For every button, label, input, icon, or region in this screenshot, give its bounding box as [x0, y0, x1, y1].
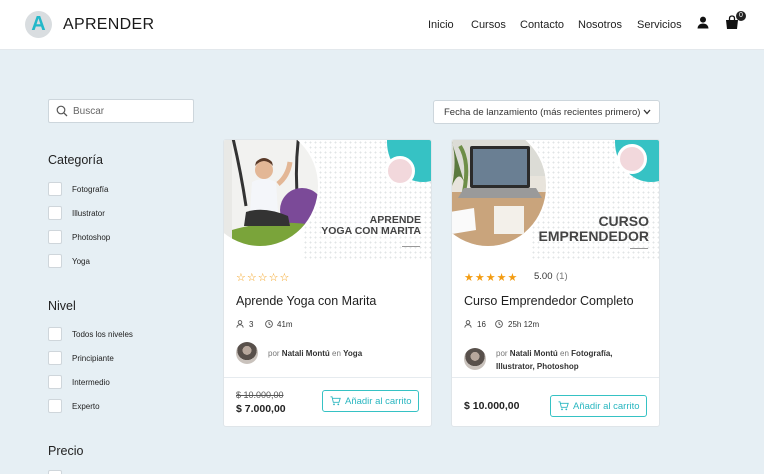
course-price: $ 10.000,00	[464, 400, 520, 412]
course-author: por Natali Montú en Yoga	[268, 349, 363, 358]
level-label: Todos los niveles	[72, 330, 133, 339]
course-title[interactable]: Aprende Yoga con Marita	[236, 294, 376, 308]
author-avatar[interactable]	[464, 348, 486, 370]
clock-icon	[265, 320, 273, 328]
rating-count: (1)	[556, 271, 568, 282]
checkbox-price[interactable]	[48, 470, 62, 474]
cart-count-badge: 0	[736, 11, 746, 21]
rating-stars-empty: ☆☆☆☆☆	[236, 272, 291, 284]
site-header: A APRENDER Inicio Cursos Contacto Nosotr…	[0, 0, 764, 50]
category-label: Yoga	[72, 257, 90, 266]
checkbox-yoga[interactable]	[48, 254, 62, 268]
thumbnail-title: APRENDE YOGA CON MARITA	[321, 214, 421, 238]
course-thumbnail[interactable]: APRENDE YOGA CON MARITA	[224, 140, 431, 260]
user-icon[interactable]	[697, 16, 709, 34]
category-link[interactable]: Yoga	[343, 349, 362, 358]
category-label: Illustrator	[72, 209, 105, 218]
checkbox-intermedio[interactable]	[48, 375, 62, 389]
category-link[interactable]: Fotografía,	[571, 349, 612, 358]
level-label: Intermedio	[72, 378, 110, 387]
category-label: Photoshop	[72, 233, 111, 242]
decorative-dot	[385, 156, 415, 186]
clock-icon	[495, 320, 503, 328]
nav-inicio[interactable]: Inicio	[428, 19, 454, 31]
cart-icon	[558, 401, 569, 411]
checkbox-illustrator[interactable]	[48, 206, 62, 220]
cart-icon	[330, 396, 341, 406]
course-thumbnail[interactable]: CURSO EMPRENDEDOR	[452, 140, 659, 260]
author-link[interactable]: Natali Montú	[282, 349, 330, 358]
add-to-cart-button[interactable]: Añadir al carrito	[322, 390, 419, 412]
checkbox-fotografia[interactable]	[48, 182, 62, 196]
sort-select[interactable]: Fecha de lanzamiento (más recientes prim…	[433, 100, 660, 124]
sort-selected-value: Fecha de lanzamiento (más recientes prim…	[444, 107, 641, 118]
course-card[interactable]: CURSO EMPRENDEDOR ★★★★★ 5.00 (1) Curso E…	[451, 139, 660, 427]
nav-contacto[interactable]: Contacto	[520, 19, 564, 31]
author-link[interactable]: Natali Montú	[510, 349, 558, 358]
search-icon	[56, 105, 68, 117]
category-title: Categoría	[48, 153, 103, 167]
course-card[interactable]: APRENDE YOGA CON MARITA ☆☆☆☆☆ Aprende Yo…	[223, 139, 432, 427]
level-title: Nivel	[48, 299, 76, 313]
level-label: Experto	[72, 402, 100, 411]
checkbox-principiante[interactable]	[48, 351, 62, 365]
checkbox-todos-los-niveles[interactable]	[48, 327, 62, 341]
category-label: Fotografía	[72, 185, 109, 194]
nav-cursos[interactable]: Cursos	[471, 19, 506, 31]
author-avatar[interactable]	[236, 342, 258, 364]
checkbox-experto[interactable]	[48, 399, 62, 413]
price-title: Precio	[48, 444, 84, 458]
checkbox-photoshop[interactable]	[48, 230, 62, 244]
brand-name[interactable]: APRENDER	[63, 16, 154, 34]
course-title[interactable]: Curso Emprendedor Completo	[464, 294, 634, 308]
rating-value: 5.00	[534, 271, 553, 282]
category-link[interactable]: Illustrator, Photoshop	[496, 362, 579, 371]
nav-nosotros[interactable]: Nosotros	[578, 19, 622, 31]
logo-letter: A	[31, 13, 46, 35]
rating-stars-filled: ★★★★★	[464, 272, 519, 284]
sale-price: $ 7.000,00	[236, 403, 286, 415]
logo[interactable]: A	[25, 11, 52, 38]
add-to-cart-button[interactable]: Añadir al carrito	[550, 395, 647, 417]
search-box[interactable]	[48, 99, 194, 123]
level-label: Principiante	[72, 354, 114, 363]
original-price: $ 10.000,00	[236, 390, 284, 400]
user-icon	[464, 320, 472, 328]
chevron-down-icon	[643, 109, 651, 115]
decorative-dot	[617, 144, 647, 174]
nav-servicios[interactable]: Servicios	[637, 19, 682, 31]
user-icon	[236, 320, 244, 328]
search-input[interactable]	[73, 103, 189, 119]
course-author: por Natali Montú en Fotografía, Illustra…	[496, 349, 613, 371]
thumbnail-title: CURSO EMPRENDEDOR	[538, 213, 649, 244]
